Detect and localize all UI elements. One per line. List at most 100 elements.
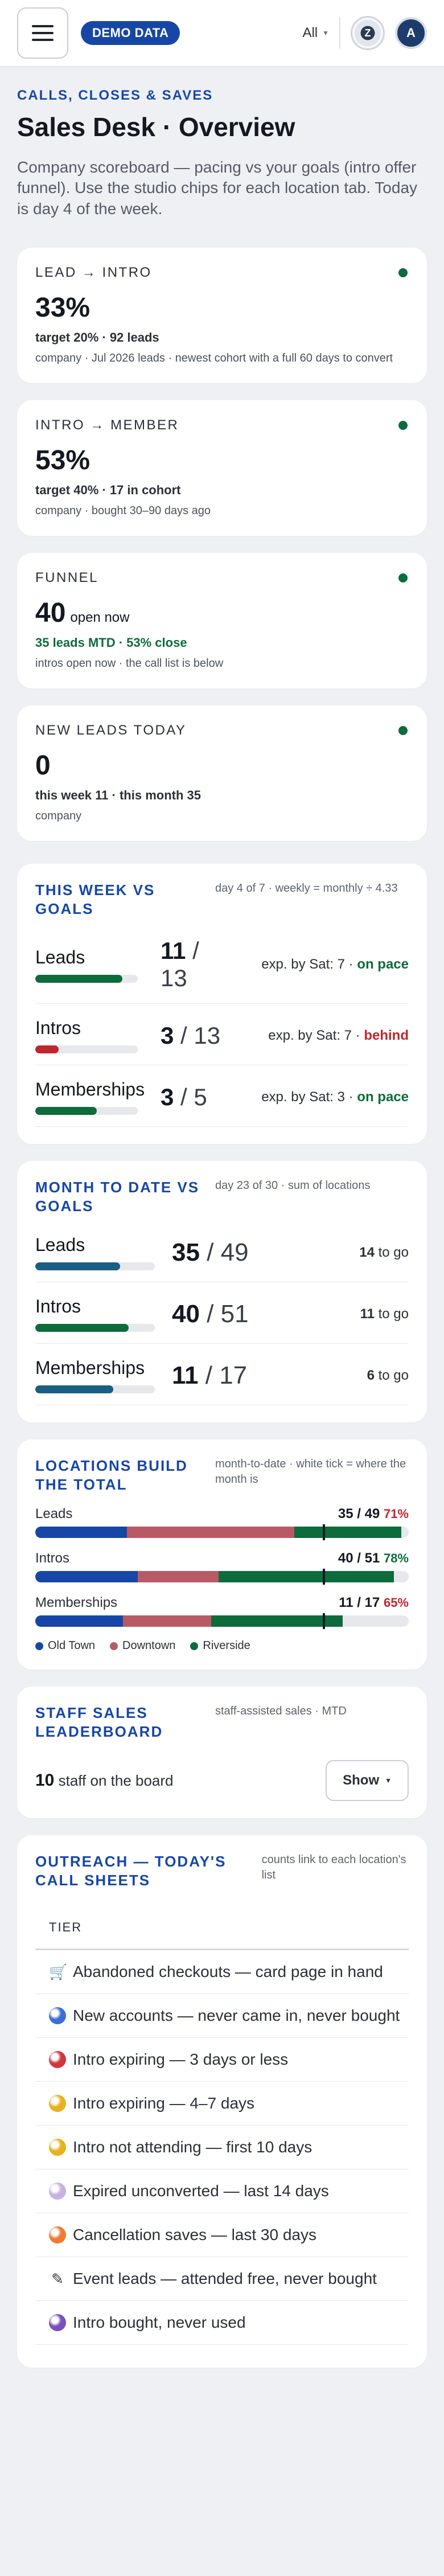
mtd-goal-label-group: Memberships bbox=[35, 1357, 172, 1394]
mtd-to-go-value: 14 bbox=[359, 1244, 375, 1260]
menu-button[interactable] bbox=[17, 7, 68, 59]
outreach-title: OUTREACH — TODAY'S CALL SHEETS bbox=[35, 1853, 227, 1889]
location-metric-pct: 71% bbox=[383, 1507, 409, 1521]
mtd-count-sep: / bbox=[198, 1361, 220, 1389]
location-bar-segment bbox=[218, 1571, 394, 1583]
location-metric-name: Memberships bbox=[35, 1595, 118, 1611]
red-circle-icon bbox=[49, 2051, 66, 2069]
purple-circle-icon bbox=[49, 2314, 66, 2332]
legend-item: Old Town bbox=[35, 1639, 95, 1652]
location-metric-values: 11 / 17 65% bbox=[339, 1595, 409, 1611]
mtd-goal-row: Leads 35 / 49 14 to go bbox=[35, 1221, 409, 1283]
location-row: Intros 40 / 51 78% bbox=[35, 1550, 409, 1585]
location-bar-segment bbox=[123, 1615, 211, 1627]
location-row: Memberships 11 / 17 65% bbox=[35, 1595, 409, 1630]
tier-label: Intro not attending — first 10 days bbox=[73, 2138, 313, 2156]
tier-row[interactable]: Intro not attending — first 10 days bbox=[35, 2126, 409, 2170]
mtd-goal-row: Memberships 11 / 17 6 to go bbox=[35, 1344, 409, 1406]
week-goals-meta: day 4 of 7 · weekly = monthly ÷ 4.33 bbox=[215, 882, 398, 895]
week-count-target: 5 bbox=[194, 1083, 207, 1110]
kpi-value-number: 40 bbox=[35, 598, 66, 629]
week-goal-count: 11 / 13 bbox=[161, 937, 229, 992]
locations-card: LOCATIONS BUILD THE TOTAL month-to-date … bbox=[17, 1439, 427, 1670]
outreach-meta: counts link to each location's list bbox=[261, 1853, 406, 1882]
week-count-value: 3 bbox=[161, 1083, 174, 1110]
tier-label: Intro bought, never used bbox=[73, 2314, 246, 2332]
avatar[interactable]: A bbox=[395, 17, 427, 49]
mtd-count-target: 51 bbox=[220, 1299, 249, 1328]
show-staff-button[interactable]: Show ▼ bbox=[326, 1760, 409, 1802]
location-bar-segment bbox=[126, 1527, 295, 1539]
week-count-target: 13 bbox=[161, 965, 187, 992]
menu-icon-line bbox=[32, 39, 54, 41]
location-row-header: Leads 35 / 49 71% bbox=[35, 1506, 409, 1522]
mtd-count-value: 11 bbox=[172, 1361, 199, 1389]
tier-row[interactable]: Intro bought, never used bbox=[35, 2301, 409, 2345]
mtd-to-go: 11 to go bbox=[360, 1306, 409, 1322]
tier-row[interactable]: Expired unconverted — last 14 days bbox=[35, 2169, 409, 2214]
legend-swatch bbox=[110, 1642, 118, 1650]
tier-label: Intro expiring — 3 days or less bbox=[73, 2050, 289, 2069]
week-count-value: 11 bbox=[161, 937, 186, 965]
week-count-sep: / bbox=[174, 1083, 194, 1110]
location-row-header: Intros 40 / 51 78% bbox=[35, 1550, 409, 1566]
brand-logo-icon[interactable]: Z bbox=[351, 16, 385, 50]
yellow-circle-icon bbox=[49, 2139, 66, 2156]
location-metric-pct: 78% bbox=[383, 1551, 409, 1566]
mtd-count-sep: / bbox=[199, 1299, 221, 1328]
staff-meta: staff-assisted sales · MTD bbox=[215, 1705, 347, 1718]
week-count-target: 13 bbox=[194, 1022, 221, 1049]
mtd-count-value: 35 bbox=[172, 1238, 200, 1266]
kpi-label: INTRO → MEMBER bbox=[35, 417, 179, 433]
tier-row[interactable]: Cancellation saves — last 30 days bbox=[35, 2213, 409, 2258]
location-metric-values: 40 / 51 78% bbox=[338, 1550, 409, 1566]
kpi-value: 33% bbox=[35, 292, 409, 323]
location-filter-value: All bbox=[302, 25, 318, 40]
tier-row[interactable]: ✎ Event leads — attended free, never boug… bbox=[35, 2257, 409, 2302]
kpi-value-number: 0 bbox=[35, 750, 51, 781]
tier-row[interactable]: New accounts — never came in, never boug… bbox=[35, 1994, 409, 2038]
location-bar-segment bbox=[35, 1571, 138, 1583]
tier-label: Event leads — attended free, never bough… bbox=[73, 2270, 377, 2288]
mtd-count-target: 17 bbox=[219, 1361, 248, 1389]
week-goal-label-group: Intros bbox=[35, 1018, 161, 1054]
week-goal-row: Intros 3 / 13 exp. by Sat: 7 · behind bbox=[35, 1004, 409, 1066]
tier-row[interactable]: Intro expiring — 3 days or less bbox=[35, 2038, 409, 2082]
legend-label: Downtown bbox=[122, 1639, 176, 1652]
location-stacked-bar bbox=[35, 1569, 409, 1585]
location-metric-values: 35 / 49 71% bbox=[338, 1506, 409, 1522]
tier-label: New accounts — never came in, never boug… bbox=[73, 2007, 400, 2025]
tier-row[interactable]: 🛒 Abandoned checkouts — card page in hand bbox=[35, 1950, 409, 1995]
legend-item: Downtown bbox=[110, 1639, 175, 1652]
mtd-goal-label-group: Leads bbox=[35, 1234, 172, 1271]
lavender-circle-icon bbox=[49, 2183, 66, 2200]
location-bar-segment bbox=[35, 1615, 124, 1627]
kpi-card: INTRO → MEMBER 53% target 40% · 17 in coho… bbox=[17, 400, 427, 536]
week-goals-card: THIS WEEK VS GOALS day 4 of 7 · weekly =… bbox=[17, 864, 427, 1145]
week-pace-status: on pace bbox=[357, 957, 409, 973]
staff-leaderboard-card: STAFF SALES LEADERBOARD staff-assisted s… bbox=[17, 1687, 427, 1819]
week-goal-count: 3 / 13 bbox=[161, 1022, 229, 1049]
week-count-sep: / bbox=[186, 937, 199, 965]
location-bar-segment bbox=[138, 1571, 219, 1583]
week-pace-status: on pace bbox=[357, 1089, 409, 1105]
legend-swatch bbox=[35, 1642, 43, 1650]
location-filter-select[interactable]: All ▼ bbox=[302, 17, 340, 49]
mtd-count-sep: / bbox=[199, 1238, 221, 1266]
location-stacked-bar bbox=[35, 1524, 409, 1541]
mtd-to-go-value: 11 bbox=[360, 1306, 375, 1322]
legend-item: Riverside bbox=[190, 1639, 250, 1652]
tier-row[interactable]: Intro expiring — 4–7 days bbox=[35, 2082, 409, 2126]
week-progress-fill bbox=[35, 1107, 97, 1115]
staff-count-text: 10 staff on the board bbox=[35, 1771, 174, 1790]
week-goals-title: THIS WEEK VS GOALS bbox=[35, 881, 155, 917]
week-goal-name: Intros bbox=[35, 1018, 81, 1039]
location-metric-value: 40 / 51 bbox=[338, 1550, 380, 1566]
mtd-goals-card: MONTH TO DATE VS GOALS day 23 of 30 · su… bbox=[17, 1161, 427, 1423]
week-goal-name: Leads bbox=[35, 946, 85, 967]
week-goal-label-group: Memberships bbox=[35, 1079, 161, 1115]
menu-icon-line bbox=[32, 25, 54, 27]
locations-meta: month-to-date · white tick = where the m… bbox=[215, 1458, 406, 1486]
kpi-label: FUNNEL bbox=[35, 570, 99, 586]
location-metric-value: 11 / 17 bbox=[339, 1595, 380, 1611]
